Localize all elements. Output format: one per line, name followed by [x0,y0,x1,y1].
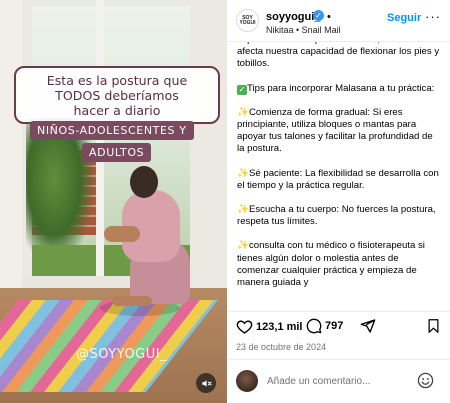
watermark: @SOYYOGUI_ [76,347,168,362]
caption-paragraph: ✨Escucha a tu cuerpo: No fuerces la post… [237,204,440,228]
overlay-tag-audience: NIÑOS-ADOLESCENTES Y [30,121,194,140]
post-header: SOY YOGUI soyyogui_ ✓ • Nikitaa • Snail M… [227,0,450,42]
overlay-title-box: Esta es la postura que TODOS deberíamos … [14,66,220,124]
divider [227,311,450,312]
like-button[interactable]: 123,1 mil [236,318,302,335]
divider [227,359,450,360]
post-media[interactable]: Esta es la postura que TODOS deberíamos … [0,0,227,403]
caption-paragraph: ✨consulta con tu médico o fisioterapeuta… [237,240,440,289]
send-icon [360,319,376,333]
action-bar: 123,1 mil 797 [236,318,442,338]
speaker-muted-icon [201,379,212,387]
caption-tip-text: Escucha a tu cuerpo: No fuerces la postu… [237,204,436,228]
mute-button[interactable] [196,373,216,393]
person-feet [112,296,152,306]
comment-button[interactable]: 797 [306,318,343,334]
user-avatar [236,370,258,392]
sparkles-icon: ✨ [237,106,249,118]
comment-count: 797 [325,320,344,332]
comment-input[interactable]: Añade un comentario... [267,376,370,387]
avatar[interactable]: SOY YOGUI [236,9,259,32]
post-panel: SOY YOGUI soyyogui_ ✓ • Nikitaa • Snail M… [227,0,450,403]
like-count: 123,1 mil [256,320,303,333]
caption-paragraph: especialmente el que tiene tacón, tambié… [237,42,440,70]
audio-subline[interactable]: Nikitaa • Snail Mail [266,25,341,35]
caption-tips-text: Tips para incorporar Malasana a tu práct… [247,82,435,94]
check-icon: ✓ [237,84,247,95]
person-arm [104,226,140,242]
caption-paragraph: ✓ Tips para incorporar Malasana a tu prác… [237,83,440,95]
bookmark-icon [428,319,439,333]
heart-icon [236,320,253,334]
caption-scroll[interactable]: especialmente el que tiene tacón, tambié… [227,42,450,312]
verified-badge-icon: ✓ [313,10,324,21]
avatar-logo: SOY YOGUI [239,14,256,26]
sparkles-icon: ✨ [237,204,249,216]
post-date[interactable]: 23 de octubre de 2024 [236,342,326,352]
caption-paragraph: ✨Sé paciente: La flexibilidad se desarro… [237,168,440,192]
overlay-title: Esta es la postura que TODOS deberíamos … [46,72,188,118]
emoji-icon[interactable] [417,372,434,389]
caption-tip-text: consulta con tu médico o fisioterapeuta … [237,240,425,289]
overlay-tag-adults: ADULTOS [82,143,152,162]
window-frame-bar [96,0,104,280]
more-options-button[interactable]: ··· [425,9,441,24]
comment-icon [306,318,322,334]
follow-button[interactable]: Seguir [387,12,421,24]
person-head [130,166,158,198]
caption-text: especialmente el que tiene tacón, tambié… [237,42,440,289]
separator-dot: • [327,11,331,23]
caption-paragraph: ✨Comienza de forma gradual: Si eres prin… [237,107,440,156]
sparkles-icon: ✨ [237,240,249,252]
caption-tip-text: Comienza de forma gradual: Si eres princ… [237,106,433,155]
wall-right [190,0,227,300]
caption-tip-text: Sé paciente: La flexibilidad se desarrol… [237,167,439,191]
share-button[interactable] [360,318,376,334]
save-button[interactable] [426,318,441,334]
sparkles-icon: ✨ [237,167,249,179]
